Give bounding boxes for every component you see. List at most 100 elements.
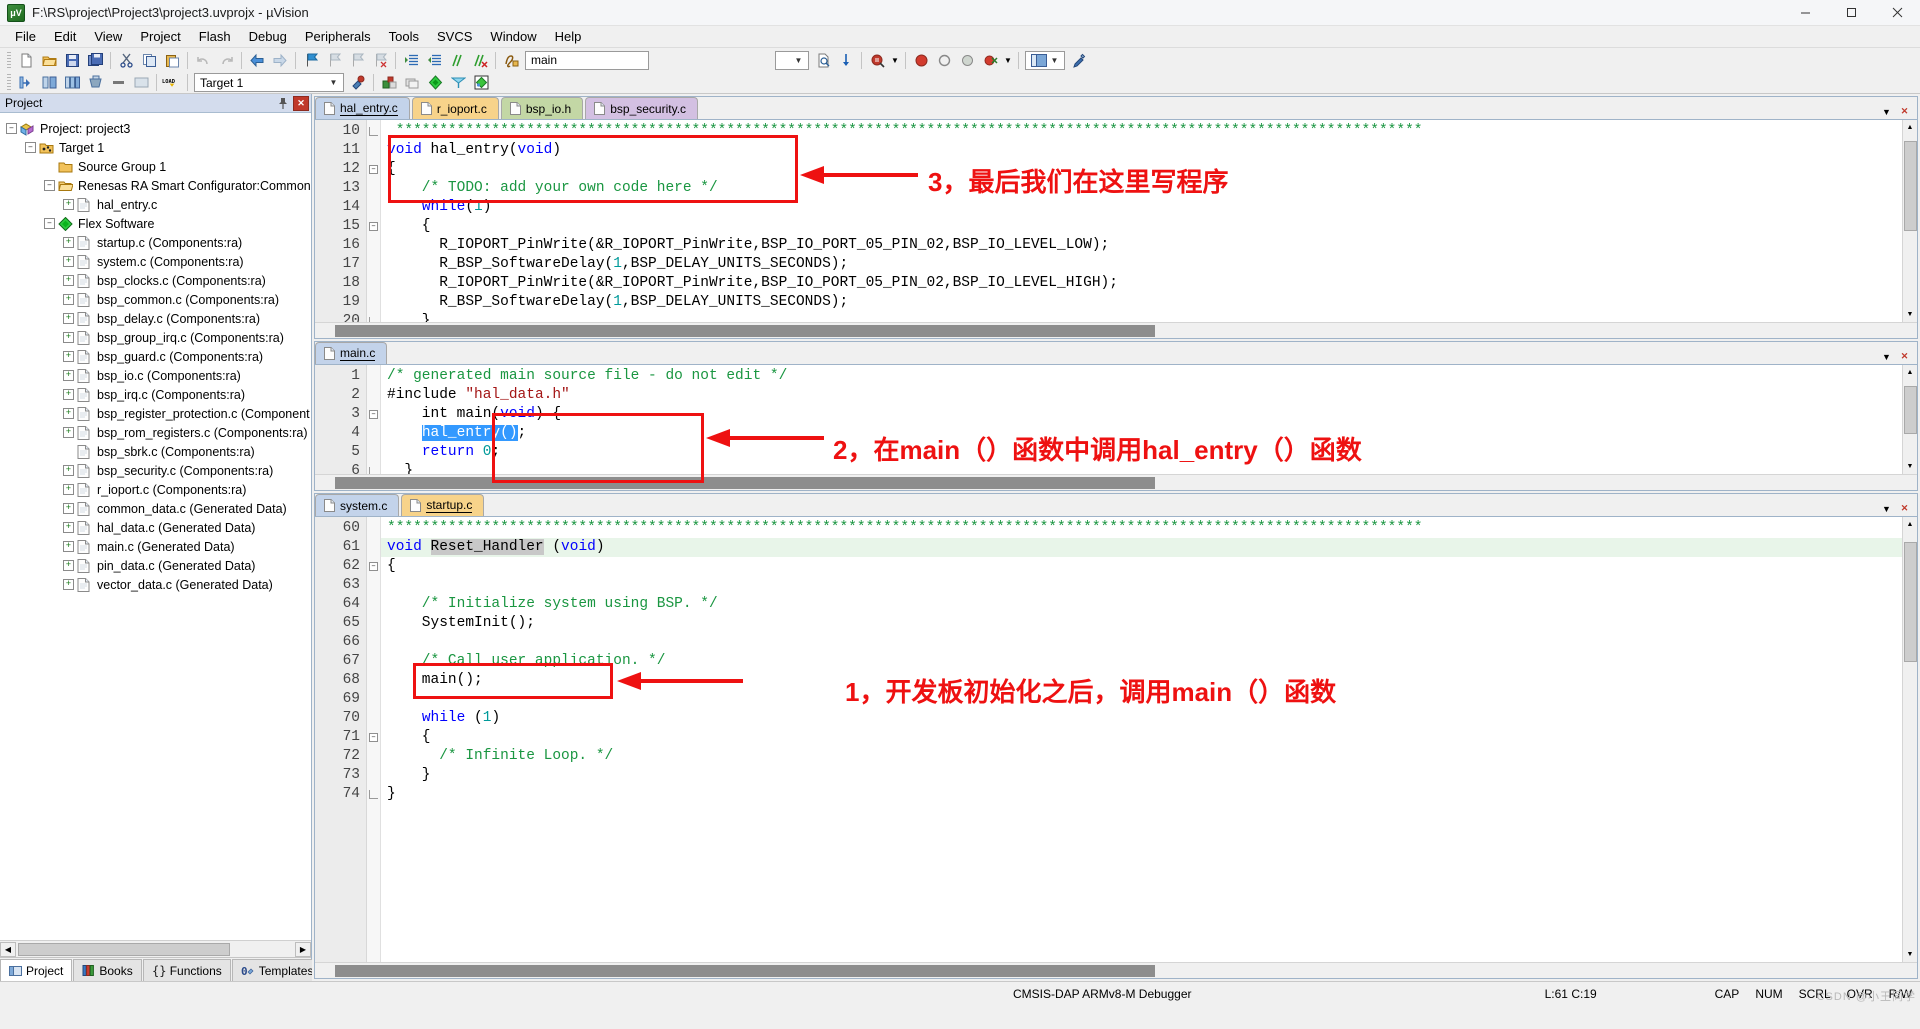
menu-help[interactable]: Help: [546, 27, 591, 46]
code-line[interactable]: }: [381, 785, 1902, 804]
fold-marker[interactable]: [367, 312, 380, 322]
code-line[interactable]: R_IOPORT_PinWrite(&R_IOPORT_PinWrite,BSP…: [381, 274, 1902, 293]
fold-collapse-icon[interactable]: –: [369, 165, 378, 174]
code-line[interactable]: {: [381, 557, 1902, 576]
new-file-icon[interactable]: [15, 50, 37, 71]
fold-marker[interactable]: –: [367, 728, 380, 747]
maximize-button[interactable]: [1828, 0, 1874, 25]
project-tree[interactable]: – Project: project3– Target 1 Source Group …: [0, 113, 311, 940]
panel-tab-project[interactable]: Project: [0, 959, 73, 981]
code-line[interactable]: while (1): [381, 709, 1902, 728]
breakpoint-kill-icon[interactable]: [979, 50, 1001, 71]
bookmark-prev-icon[interactable]: [323, 50, 345, 71]
tree-expand-icon[interactable]: +: [63, 465, 74, 476]
editor-hscrollbar[interactable]: [315, 474, 1917, 490]
fold-marker[interactable]: [367, 443, 380, 462]
spell-icon[interactable]: [835, 50, 857, 71]
code-line[interactable]: [381, 576, 1902, 595]
fold-collapse-icon[interactable]: –: [369, 410, 378, 419]
open-file-icon[interactable]: [38, 50, 60, 71]
code-line[interactable]: }: [381, 462, 1902, 474]
fold-marker[interactable]: [367, 671, 380, 690]
bookmark-toggle-icon[interactable]: [300, 50, 322, 71]
fold-marker[interactable]: [367, 690, 380, 709]
ed-hscroll-thumb[interactable]: [335, 324, 1155, 337]
fold-marker[interactable]: [367, 198, 380, 217]
fold-marker[interactable]: [367, 179, 380, 198]
translate-icon[interactable]: [15, 72, 37, 93]
tree-expand-icon[interactable]: +: [63, 332, 74, 343]
indent-left-icon[interactable]: [423, 50, 445, 71]
fold-marker[interactable]: –: [367, 160, 380, 179]
code-line[interactable]: R_BSP_SoftwareDelay(1,BSP_DELAY_UNITS_SE…: [381, 293, 1902, 312]
code-line[interactable]: {: [381, 160, 1902, 179]
tree-expand-icon[interactable]: +: [63, 275, 74, 286]
vscroll-thumb[interactable]: [1903, 542, 1917, 662]
editor-hscrollbar[interactable]: [315, 322, 1917, 338]
code-line[interactable]: [381, 690, 1902, 709]
indent-right-icon[interactable]: [400, 50, 422, 71]
fold-marker[interactable]: –: [367, 405, 380, 424]
tree-item[interactable]: + bsp_rom_registers.c (Components:ra): [6, 423, 311, 442]
batch-build-icon[interactable]: [84, 72, 106, 93]
tree-item[interactable]: + hal_data.c (Generated Data): [6, 518, 311, 537]
code-line[interactable]: /* Call user application. */: [381, 652, 1902, 671]
code-line[interactable]: R_BSP_SoftwareDelay(1,BSP_DELAY_UNITS_SE…: [381, 255, 1902, 274]
tree-expand-icon[interactable]: +: [63, 541, 74, 552]
menu-view[interactable]: View: [85, 27, 131, 46]
fold-marker[interactable]: [367, 595, 380, 614]
tree-expand-icon[interactable]: +: [63, 237, 74, 248]
insert-function-icon[interactable]: [500, 50, 522, 71]
menu-flash[interactable]: Flash: [190, 27, 240, 46]
code-line[interactable]: main();: [381, 671, 1902, 690]
menu-debug[interactable]: Debug: [240, 27, 296, 46]
tree-expand-icon[interactable]: +: [63, 560, 74, 571]
tree-expand-icon[interactable]: +: [63, 351, 74, 362]
tree-item[interactable]: + common_data.c (Generated Data): [6, 499, 311, 518]
code-line[interactable]: /* TODO: add your own code here */: [381, 179, 1902, 198]
code-text[interactable]: ****************************************…: [381, 517, 1902, 962]
fold-marker[interactable]: [367, 709, 380, 728]
ed-hscroll-thumb[interactable]: [335, 964, 1155, 977]
scroll-right-icon[interactable]: ▶: [295, 941, 311, 957]
fold-marker[interactable]: [367, 367, 380, 386]
editor-tab-bsp_security-c[interactable]: bsp_security.c: [585, 97, 699, 119]
panel-tab-books[interactable]: Books: [73, 959, 142, 981]
empty-combo[interactable]: ▼: [775, 50, 809, 70]
fold-marker[interactable]: [367, 274, 380, 293]
configure-flash-icon[interactable]: [424, 72, 446, 93]
tree-collapse-icon[interactable]: –: [25, 142, 36, 153]
smart-configurator-icon[interactable]: [447, 72, 469, 93]
tree-item[interactable]: + system.c (Components:ra): [6, 252, 311, 271]
tree-item[interactable]: – Renesas RA Smart Configurator:Common: [6, 176, 311, 195]
toolbar-grip-2[interactable]: [7, 74, 11, 91]
code-line[interactable]: /* Infinite Loop. */: [381, 747, 1902, 766]
code-area[interactable]: 60 61 62 63 64 65 66 67 68 69 70 71 72 73 74– – ********…: [315, 517, 1917, 962]
code-line[interactable]: ****************************************…: [381, 519, 1902, 538]
tree-item[interactable]: + bsp_group_irq.c (Components:ra): [6, 328, 311, 347]
fold-marker[interactable]: [367, 766, 380, 785]
fold-marker[interactable]: [367, 576, 380, 595]
tree-expand-icon[interactable]: +: [63, 503, 74, 514]
fold-marker[interactable]: [367, 141, 380, 160]
menu-peripherals[interactable]: Peripherals: [296, 27, 380, 46]
configure-icon[interactable]: [1068, 50, 1090, 71]
hscroll-thumb[interactable]: [18, 942, 230, 956]
close-icon[interactable]: ✕: [1897, 349, 1912, 364]
code-line[interactable]: }: [381, 312, 1902, 322]
fold-marker[interactable]: [367, 519, 380, 538]
hscroll-track[interactable]: [16, 941, 295, 957]
breakpoint-set-icon[interactable]: [933, 50, 955, 71]
fold-marker[interactable]: [367, 785, 380, 804]
target-options-icon[interactable]: [347, 72, 369, 93]
code-line[interactable]: [381, 633, 1902, 652]
fold-marker[interactable]: [367, 236, 380, 255]
menu-window[interactable]: Window: [481, 27, 545, 46]
editor-tab-startup-c[interactable]: startup.c: [401, 494, 485, 516]
code-line[interactable]: void Reset_Handler (void): [381, 538, 1902, 557]
chevron-down-icon[interactable]: ▼: [1879, 349, 1894, 364]
fold-marker[interactable]: [367, 386, 380, 405]
code-line[interactable]: return 0;: [381, 443, 1902, 462]
tree-item[interactable]: + vector_data.c (Generated Data): [6, 575, 311, 594]
search-icon[interactable]: [866, 50, 888, 71]
